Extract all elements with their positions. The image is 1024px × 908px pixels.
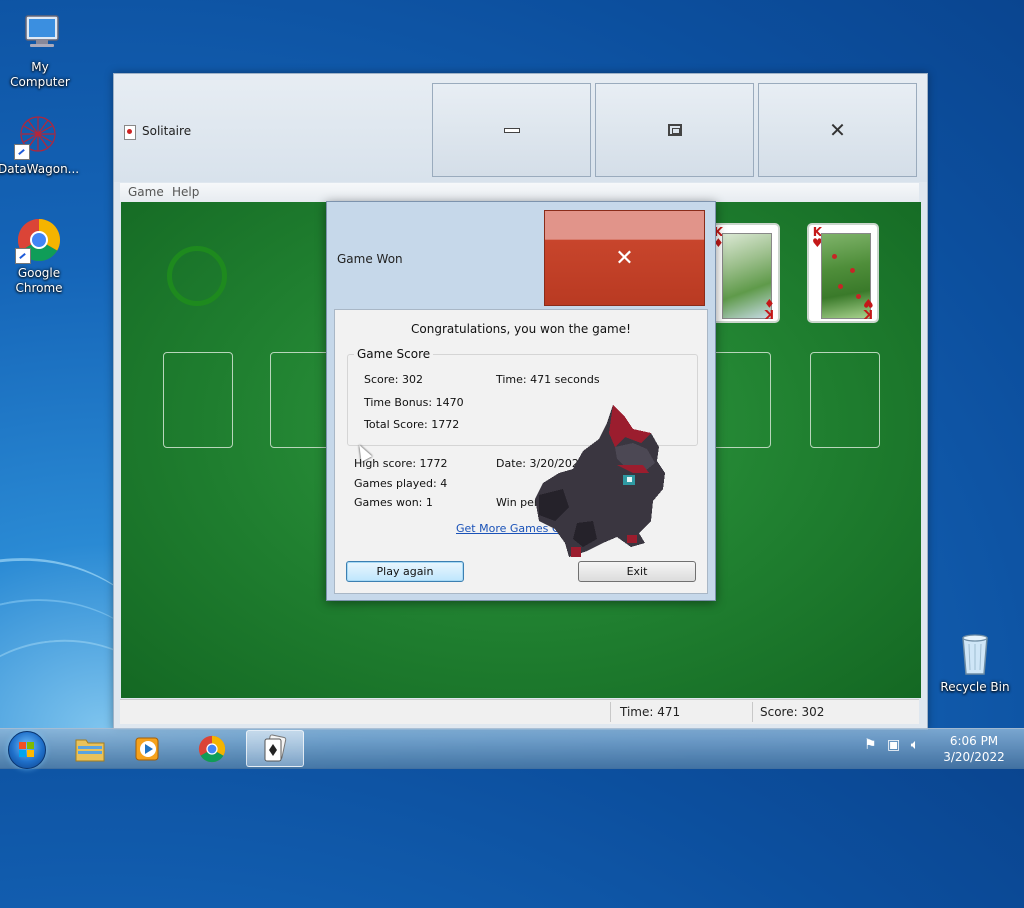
group-title: Game Score	[354, 347, 434, 361]
time-bonus-value: Time Bonus: 1470	[364, 396, 464, 409]
maximize-button[interactable]	[595, 83, 754, 177]
high-score: High score: 1772	[354, 457, 448, 470]
dialog-close-button[interactable]: ✕	[544, 210, 705, 306]
clock-time: 6:06 PM	[949, 734, 999, 748]
status-score: Score: 302	[760, 705, 825, 719]
computer-icon	[16, 10, 64, 58]
score-value: Score: 302	[364, 373, 424, 386]
volume-icon[interactable]: 🔈︎	[911, 737, 919, 753]
minimize-icon	[503, 127, 520, 133]
stock-pile-empty[interactable]	[167, 246, 227, 306]
time-value: Time: 471 seconds	[496, 373, 600, 386]
total-score-value: Total Score: 1772	[364, 418, 460, 431]
desktop-icon-datawagon[interactable]: DataWagon...	[0, 112, 80, 177]
dialog-title: Game Won	[337, 252, 403, 266]
mascot-sprite	[535, 405, 665, 557]
system-clock[interactable]: 6:06 PM 3/20/2022	[936, 733, 1012, 765]
close-button[interactable]: ✕	[758, 83, 917, 177]
card-rank-bottom: K ♦	[764, 296, 775, 321]
exit-button[interactable]: Exit	[578, 561, 696, 582]
close-icon: ✕	[615, 245, 634, 271]
shortcut-arrow-icon	[14, 144, 30, 160]
action-center-flag-icon[interactable]: ⚑	[864, 737, 877, 753]
taskbar-solitaire[interactable]	[246, 730, 304, 767]
folder-icon	[75, 739, 105, 761]
desktop-icon-recycle-bin[interactable]: Recycle Bin	[935, 630, 1015, 695]
start-button[interactable]	[8, 731, 46, 769]
shortcut-arrow-icon	[15, 248, 31, 264]
congratulations-message: Congratulations, you won the game!	[411, 322, 631, 336]
window-titlebar[interactable]: Solitaire ✕	[114, 74, 927, 182]
datawagon-icon	[14, 112, 62, 160]
windows-logo-icon	[19, 742, 35, 758]
foundation-card-king-hearts[interactable]: K ♥ K ♥	[807, 223, 879, 323]
chrome-icon	[15, 216, 63, 264]
solitaire-card-icon	[264, 733, 287, 761]
menu-bar: Game Help	[120, 183, 919, 203]
clock-date: 3/20/2022	[943, 750, 1005, 764]
menu-game[interactable]: Game	[128, 185, 164, 199]
desktop-icon-label: Recycle Bin	[940, 680, 1010, 694]
desktop-icon-google-chrome[interactable]: Google Chrome	[0, 216, 79, 296]
tableau-slot[interactable]	[810, 352, 880, 448]
recycle-bin-icon	[951, 630, 999, 678]
games-won: Games won: 1	[354, 496, 433, 509]
system-tray: ⚑ ▣ 🔈︎	[864, 737, 919, 753]
play-again-button[interactable]: Play again	[346, 561, 464, 582]
menu-help[interactable]: Help	[172, 185, 199, 199]
status-bar: Time: 471 Score: 302	[120, 699, 919, 724]
taskbar-explorer[interactable]	[62, 730, 118, 767]
desktop-icon-label: DataWagon...	[0, 162, 80, 176]
taskbar-media-player[interactable]	[120, 730, 176, 767]
desktop-icon-label: Google Chrome	[15, 266, 63, 295]
network-icon[interactable]: ▣	[887, 737, 900, 753]
media-player-icon	[135, 737, 159, 760]
desktop-icon-my-computer[interactable]: My Computer	[0, 10, 80, 90]
status-time: Time: 471	[620, 705, 681, 719]
minimize-button[interactable]	[432, 83, 591, 177]
desktop-icon-label: My Computer	[10, 60, 70, 89]
solitaire-app-icon	[124, 125, 136, 140]
close-icon: ✕	[829, 118, 846, 142]
window-title: Solitaire	[142, 124, 192, 138]
tableau-slot[interactable]	[163, 352, 233, 448]
taskbar: ⚑ ▣ 🔈︎ 6:06 PM 3/20/2022	[0, 728, 1024, 769]
maximize-icon	[667, 124, 682, 136]
games-played: Games played: 4	[354, 477, 448, 490]
foundation-card-king-diamonds[interactable]: K ♦ K ♦	[708, 223, 780, 323]
card-rank-bottom: K ♥	[863, 296, 874, 321]
chrome-icon	[198, 735, 226, 762]
taskbar-chrome[interactable]	[184, 730, 240, 767]
